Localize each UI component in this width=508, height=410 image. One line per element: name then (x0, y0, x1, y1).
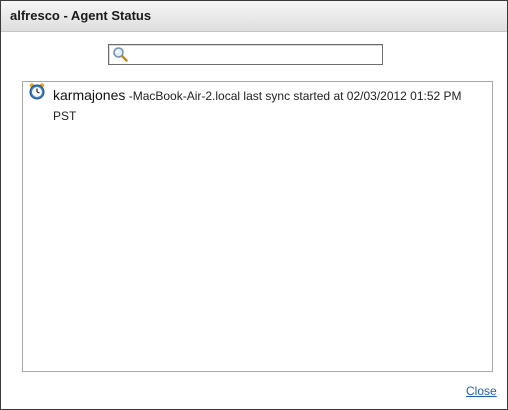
search-input[interactable] (130, 45, 378, 62)
status-list[interactable]: karmajones -MacBook-Air-2.local last syn… (22, 81, 493, 372)
dialog-title: alfresco - Agent Status (10, 8, 152, 23)
dialog-titlebar[interactable]: alfresco - Agent Status (1, 1, 507, 32)
sync-clock-icon (29, 83, 45, 100)
magnifier-icon (113, 47, 128, 62)
agent-status-dialog: alfresco - Agent Status karmajones -MacB… (0, 0, 508, 410)
status-text: karmajones -MacBook-Air-2.local last syn… (53, 85, 483, 126)
search-box[interactable] (108, 44, 383, 65)
status-username: karmajones (53, 87, 126, 103)
close-link[interactable]: Close (466, 384, 497, 398)
